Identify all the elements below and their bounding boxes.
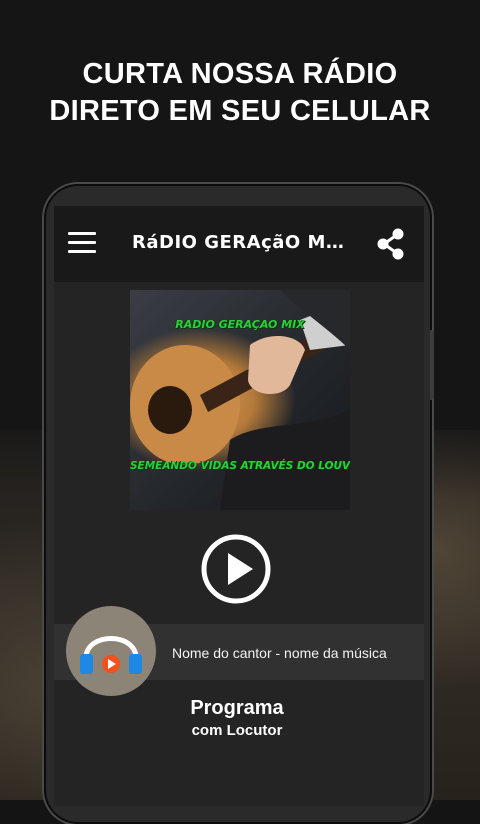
promo-headline: CURTA NOSSA RÁDIO DIRETO EM SEU CELULAR (0, 56, 480, 130)
hamburger-menu-icon[interactable] (68, 232, 96, 254)
phone-side-button (430, 330, 434, 400)
album-top-text: RADIO GERAÇAO MIX (175, 318, 305, 331)
phone-screen: RáDIO GERAçãO MIX RADIO GERAÇAO MIX SEME… (54, 206, 424, 806)
album-art: RADIO GERAÇAO MIX SEMEANDO VIDAS ATRAVÉS… (130, 290, 350, 510)
radio-logo (66, 606, 156, 696)
headline-line-2: DIRETO EM SEU CELULAR (49, 95, 431, 127)
program-title: Programa (190, 697, 284, 719)
app-title: RáDIO GERAçãO MIX (132, 232, 346, 253)
program-subtitle: com Locutor (191, 722, 283, 739)
share-icon[interactable] (376, 228, 406, 260)
play-button[interactable] (201, 534, 271, 604)
headline-line-1: CURTA NOSSA RÁDIO (82, 58, 398, 90)
app-bar: RáDIO GERAçãO MIX (54, 206, 424, 282)
track-info: Nome do cantor - nome da música (172, 645, 387, 661)
play-icon (201, 534, 271, 604)
album-bottom-text: SEMEANDO VIDAS ATRAVÉS DO LOUVOR (130, 460, 350, 472)
headphones-icon (80, 636, 142, 674)
